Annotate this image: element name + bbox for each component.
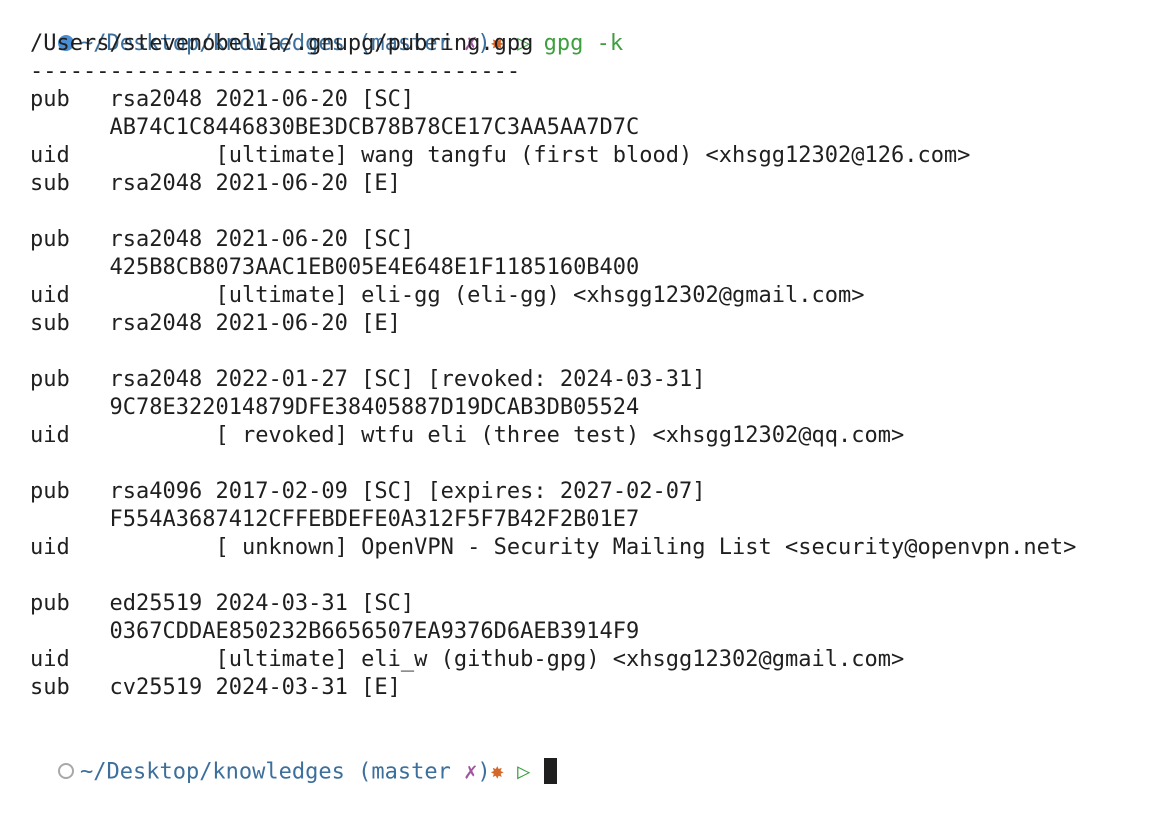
pub-label: pub <box>30 87 70 112</box>
uid-label: uid <box>30 143 70 168</box>
sub-label: sub <box>30 675 70 700</box>
pub-info: rsa4096 2017-02-09 [SC] [expires: 2027-0… <box>109 479 706 504</box>
separator: ------------------------------------- <box>30 59 521 84</box>
uid-info: [ unknown] OpenVPN - Security Mailing Li… <box>215 535 1077 560</box>
keyring-path: /Users/stevenobelia/.gnupg/pubring.gpg <box>30 31 534 56</box>
git-dirty-icon: ✗ <box>464 759 478 785</box>
key-fingerprint: 0367CDDAE850232B6656507EA9376D6AEB3914F9 <box>30 618 639 646</box>
key-uid-line: uid [ultimate] eli-gg (eli-gg) <xhsgg123… <box>30 282 864 310</box>
pub-label: pub <box>30 591 70 616</box>
git-branch: master <box>371 759 451 785</box>
key-uid-line: uid [ultimate] eli_w (github-gpg) <xhsgg… <box>30 646 904 674</box>
text-cursor[interactable] <box>543 758 557 784</box>
prompt-line[interactable]: ~/Desktop/knowledges (master ✗)✸ ▷ <box>0 730 557 785</box>
pub-info: rsa2048 2021-06-20 [SC] <box>109 87 415 112</box>
prompt-path: ~/Desktop/knowledges <box>79 759 345 785</box>
prompt-arrow-icon: ▷ <box>517 759 531 785</box>
pub-label: pub <box>30 227 70 252</box>
key-fingerprint: 425B8CB8073AAC1EB005E4E648E1F1185160B400 <box>30 254 639 282</box>
uid-info: [ultimate] wang tangfu (first blood) <xh… <box>215 143 971 168</box>
pub-info: rsa2048 2021-06-20 [SC] <box>109 227 415 252</box>
sub-info: rsa2048 2021-06-20 [E] <box>109 171 401 196</box>
key-uid-line: uid [ unknown] OpenVPN - Security Mailin… <box>30 534 1076 562</box>
uid-info: [ultimate] eli_w (github-gpg) <xhsgg1230… <box>215 647 905 672</box>
key-sub-line: sub rsa2048 2021-06-20 [E] <box>30 170 401 198</box>
fingerprint: 425B8CB8073AAC1EB005E4E648E1F1185160B400 <box>109 255 640 280</box>
key-sub-line: sub rsa2048 2021-06-20 [E] <box>30 310 401 338</box>
key-pub-line: pub rsa2048 2022-01-27 [SC] [revoked: 20… <box>30 366 706 394</box>
fingerprint: 9C78E322014879DFE38405887D19DCAB3DB05524 <box>109 395 640 420</box>
sub-label: sub <box>30 311 70 336</box>
key-uid-line: uid [ revoked] wtfu eli (three test) <xh… <box>30 422 904 450</box>
fingerprint: 0367CDDAE850232B6656507EA9376D6AEB3914F9 <box>109 619 640 644</box>
key-pub-line: pub ed25519 2024-03-31 [SC] <box>30 590 414 618</box>
fingerprint: F554A3687412CFFEBDEFE0A312F5F7B42F2B01E7 <box>109 507 640 532</box>
key-uid-line: uid [ultimate] wang tangfu (first blood)… <box>30 142 970 170</box>
uid-label: uid <box>30 283 70 308</box>
pub-label: pub <box>30 367 70 392</box>
uid-info: [ultimate] eli-gg (eli-gg) <xhsgg12302@g… <box>215 283 865 308</box>
key-fingerprint: 9C78E322014879DFE38405887D19DCAB3DB05524 <box>30 394 639 422</box>
prompt-star-icon: ✸ <box>490 759 504 785</box>
git-branch-open: ( <box>358 759 372 785</box>
fingerprint: AB74C1C8446830BE3DCB78B78CE17C3AA5AA7D7C <box>109 115 640 140</box>
terminal-window[interactable]: ~/Desktop/knowledges (master ✗)✸ ▷ gpg -… <box>0 0 1172 785</box>
uid-label: uid <box>30 535 70 560</box>
key-pub-line: pub rsa4096 2017-02-09 [SC] [expires: 20… <box>30 478 706 506</box>
command-text: gpg -k <box>543 31 624 56</box>
prompt-line: ~/Desktop/knowledges (master ✗)✸ ▷ gpg -… <box>0 2 623 56</box>
uid-label: uid <box>30 647 70 672</box>
sub-info: rsa2048 2021-06-20 [E] <box>109 311 401 336</box>
sub-label: sub <box>30 171 70 196</box>
command-status-dot-icon <box>57 763 74 779</box>
pub-info: ed25519 2024-03-31 [SC] <box>109 591 415 616</box>
key-pub-line: pub rsa2048 2021-06-20 [SC] <box>30 226 414 254</box>
key-fingerprint: AB74C1C8446830BE3DCB78B78CE17C3AA5AA7D7C <box>30 114 639 142</box>
git-branch-close: ) <box>477 759 491 785</box>
key-pub-line: pub rsa2048 2021-06-20 [SC] <box>30 86 414 114</box>
pub-label: pub <box>30 479 70 504</box>
uid-info: [ revoked] wtfu eli (three test) <xhsgg1… <box>215 423 905 448</box>
uid-label: uid <box>30 423 70 448</box>
key-sub-line: sub cv25519 2024-03-31 [E] <box>30 674 401 702</box>
sub-info: cv25519 2024-03-31 [E] <box>109 675 401 700</box>
pub-info: rsa2048 2022-01-27 [SC] [revoked: 2024-0… <box>109 367 706 392</box>
key-fingerprint: F554A3687412CFFEBDEFE0A312F5F7B42F2B01E7 <box>30 506 639 534</box>
